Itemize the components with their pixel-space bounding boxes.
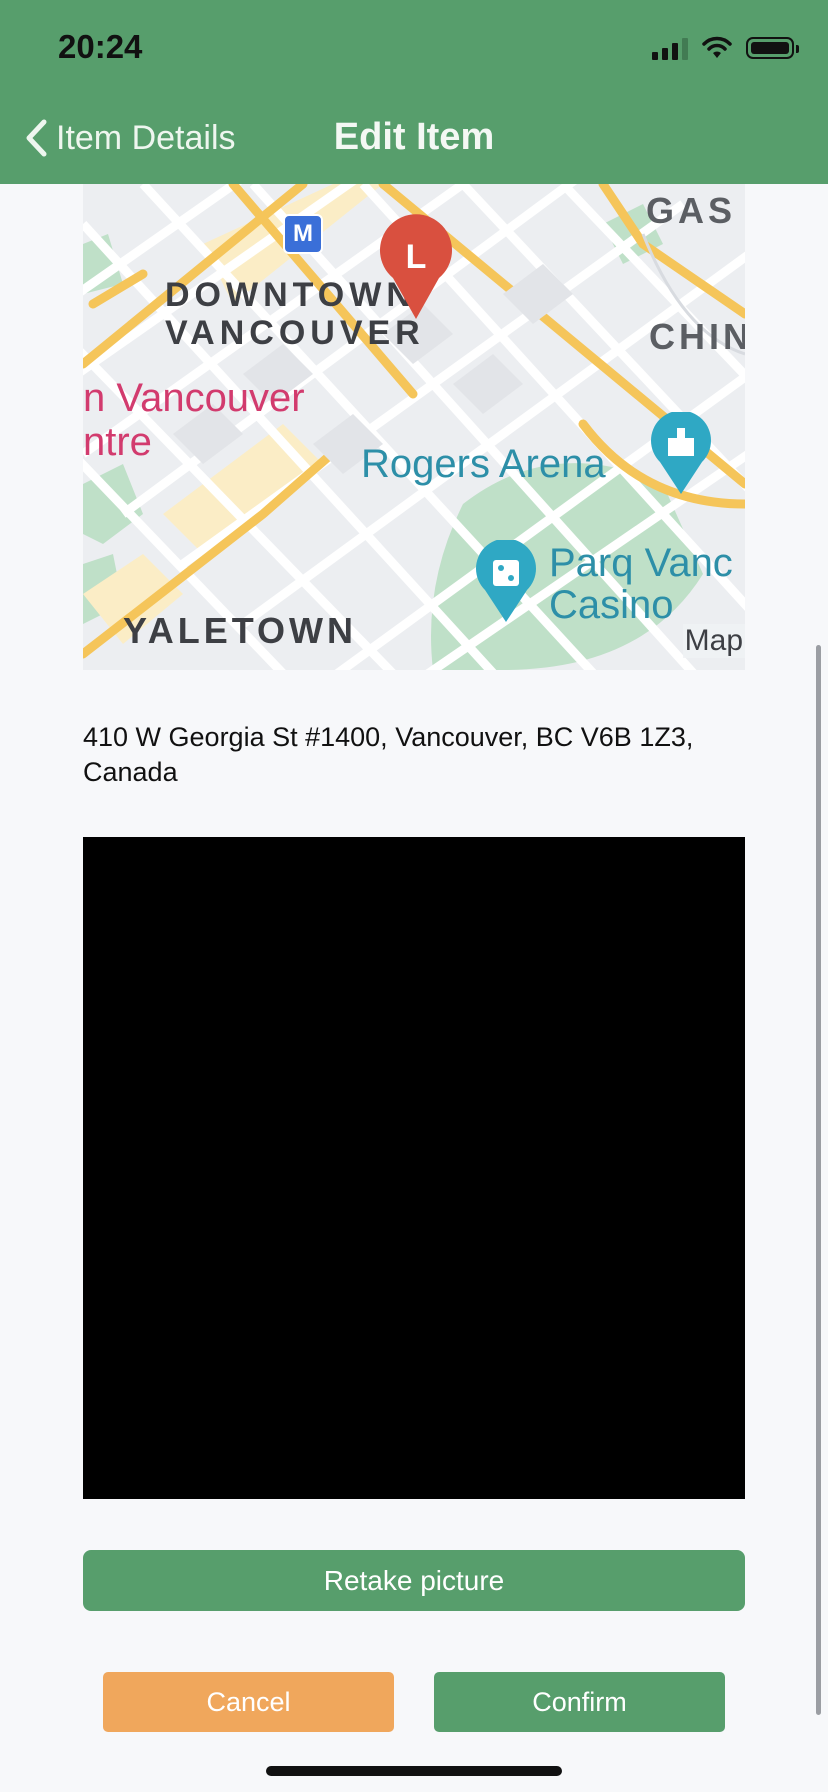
vertical-scrollbar[interactable] [816, 645, 821, 1715]
map-label-parq-line1: Parq Vanc [549, 541, 733, 585]
map-label-parq-casino: Parq Vanc Casino [549, 542, 733, 626]
cellular-signal-icon [652, 36, 688, 60]
stadium-poi-icon [651, 412, 711, 494]
location-pin-icon: L [380, 214, 452, 319]
status-time: 20:24 [58, 28, 143, 65]
map-label-chinatown: CHIN [649, 316, 745, 357]
home-indicator[interactable] [266, 1766, 562, 1776]
retake-picture-button[interactable]: Retake picture [83, 1550, 745, 1611]
map-label-parq-line2: Casino [549, 583, 674, 627]
status-icons [652, 36, 799, 60]
map-label-convention-line1: n Vancouver [83, 376, 305, 420]
metro-station-icon: M [283, 214, 323, 254]
map-label-yaletown: YALETOWN [123, 610, 358, 651]
page-title: Edit Item [333, 116, 495, 158]
battery-icon [746, 37, 799, 59]
confirm-button[interactable]: Confirm [434, 1672, 725, 1732]
map-label-rogers-arena: Rogers Arena [361, 442, 606, 486]
map-label-convention-centre: n Vancouver ntre [83, 376, 305, 464]
casino-poi-icon [476, 540, 536, 622]
nav-header: 20:24 Item Details Edit Item [0, 0, 828, 184]
wifi-icon [702, 36, 732, 58]
location-map[interactable]: M DOWNTOWN VANCOUVER L GAS CHIN n Vancou… [83, 184, 745, 670]
map-label-gastown: GAS [646, 190, 737, 231]
item-photo [83, 837, 745, 1499]
cancel-button[interactable]: Cancel [103, 1672, 394, 1732]
map-attribution: Map [682, 624, 745, 658]
map-label-convention-line2: ntre [83, 420, 152, 464]
svg-text:L: L [406, 238, 427, 276]
address-text: 410 W Georgia St #1400, Vancouver, BC V6… [83, 722, 694, 787]
